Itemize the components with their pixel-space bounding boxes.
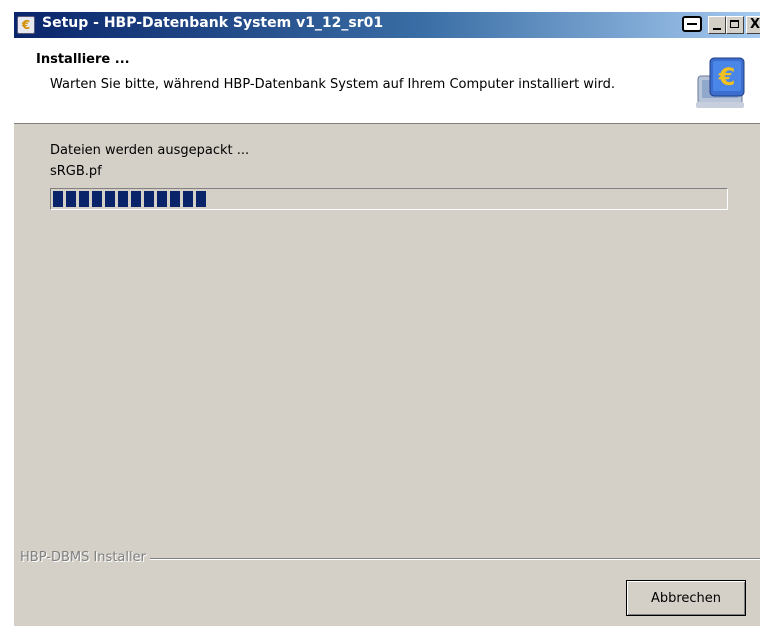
header-panel: Installiere ... Warten Sie bitte, währen… (14, 38, 760, 124)
svg-text:€: € (718, 63, 736, 91)
close-icon[interactable]: X (746, 16, 760, 34)
maximize-icon[interactable] (726, 16, 744, 34)
progress-bar (50, 188, 728, 210)
system-menu-icon[interactable] (682, 15, 702, 33)
minimize-icon[interactable] (708, 16, 726, 34)
setup-app-icon[interactable]: € (17, 16, 35, 34)
page-title: Installiere ... (36, 52, 130, 67)
euro-computer-icon: € (696, 57, 745, 108)
current-file-text: sRGB.pf (50, 164, 102, 179)
status-text: Dateien werden ausgepackt ... (50, 143, 250, 158)
cancel-button[interactable]: Abbrechen (626, 580, 746, 616)
setup-window: € Setup - HBP-Datenbank System v1_12_sr0… (14, 12, 760, 626)
progress-fill (53, 191, 206, 207)
title-bar[interactable]: € Setup - HBP-Datenbank System v1_12_sr0… (14, 12, 760, 38)
page-description: Warten Sie bitte, während HBP-Datenbank … (50, 77, 616, 92)
installer-label: HBP-DBMS Installer (20, 550, 150, 565)
close-glyph: X (749, 17, 760, 32)
window-title: Setup - HBP-Datenbank System v1_12_sr01 (42, 15, 384, 31)
